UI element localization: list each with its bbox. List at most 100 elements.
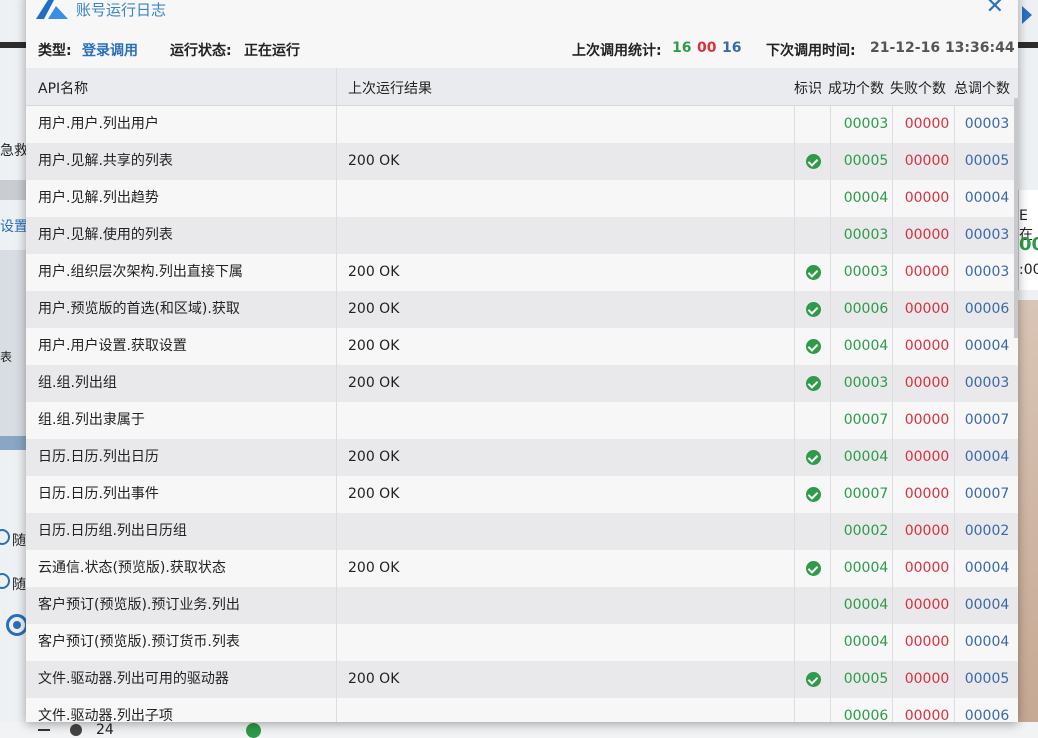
flag-cell <box>806 661 826 698</box>
total-count-cell: 00004 <box>964 449 1010 465</box>
table-row[interactable]: 客户预订(预览版).预订货币.列表 00004 00000 00004 <box>26 624 1018 661</box>
col-success-count[interactable]: 成功个数 <box>828 78 884 98</box>
api-name-cell: 云通信.状态(预览版).获取状态 <box>38 560 226 576</box>
type-label: 类型: <box>38 43 72 59</box>
api-name-cell: 日历.日历.列出事件 <box>38 486 159 502</box>
total-count-cell: 00005 <box>964 671 1010 687</box>
table-row[interactable]: 日历.日历.列出事件 200 OK 00007 00000 00007 <box>26 476 1018 513</box>
table-row[interactable]: 客户预订(预览版).预订业务.列出 00004 00000 00004 <box>26 587 1018 624</box>
flag-cell <box>806 106 826 143</box>
table-row[interactable]: 用户.见解.列出趋势 00004 00000 00004 <box>26 180 1018 217</box>
table-row[interactable]: 文件.驱动器.列出子项 00006 00000 00006 <box>26 698 1018 722</box>
account-log-dialog: 账号运行日志 ✕ 类型: 登录调用 运行状态: 正在运行 上次调用统计: 16 … <box>26 0 1018 722</box>
col-api-name[interactable]: API名称 <box>38 78 88 98</box>
table-row[interactable]: 日历.日历组.列出日历组 00002 00000 00002 <box>26 513 1018 550</box>
total-count-cell: 00003 <box>964 264 1010 280</box>
api-name-cell: 用户.用户设置.获取设置 <box>38 338 187 354</box>
last-stats-label: 上次调用统计: <box>572 43 662 59</box>
play-icon[interactable] <box>1022 6 1032 24</box>
bg-check-icon <box>246 723 261 738</box>
table-row[interactable]: 用户.预览版的首选(和区域).获取 200 OK 00006 00000 00006 <box>26 291 1018 328</box>
api-name-cell: 用户.见解.使用的列表 <box>38 227 173 243</box>
bg-radio-2[interactable] <box>0 573 10 589</box>
col-flag[interactable]: 标识 <box>794 78 822 98</box>
api-name-cell: 客户预订(预览版).预订货币.列表 <box>38 634 240 650</box>
bg-text-2[interactable]: 设置 <box>0 216 28 236</box>
check-circle-icon <box>806 672 821 687</box>
col-fail-count[interactable]: 失败个数 <box>890 78 946 98</box>
table-row[interactable]: 用户.用户设置.获取设置 200 OK 00004 00000 00004 <box>26 328 1018 365</box>
total-count-cell: 00003 <box>964 116 1010 132</box>
col-total-count[interactable]: 总调个数 <box>954 78 1010 98</box>
bg-right-text-2: 00 <box>1019 234 1038 255</box>
minus-icon[interactable] <box>38 729 50 731</box>
api-name-cell: 组.组.列出隶属于 <box>38 412 145 428</box>
table-row[interactable]: 云通信.状态(预览版).获取状态 200 OK 00004 00000 00004 <box>26 550 1018 587</box>
last-ok-count: 16 <box>672 40 692 56</box>
total-count-cell: 00004 <box>964 190 1010 206</box>
bg-text-3: 表 <box>0 350 13 364</box>
api-name-cell: 组.组.列出组 <box>38 375 117 391</box>
azure-logo-icon <box>36 0 68 19</box>
fail-count-cell: 00000 <box>904 227 950 243</box>
success-count-cell: 00006 <box>843 708 889 722</box>
flag-cell <box>806 439 826 476</box>
total-count-cell: 00007 <box>964 412 1010 428</box>
bg-radio-dot <box>13 621 21 629</box>
api-name-cell: 文件.驱动器.列出子项 <box>38 708 173 722</box>
flag-cell <box>806 698 826 722</box>
bg-right-bar <box>1018 42 1038 48</box>
col-last-result[interactable]: 上次运行结果 <box>348 78 432 98</box>
flag-cell <box>806 365 826 402</box>
total-count-cell: 00006 <box>964 708 1010 722</box>
fail-count-cell: 00000 <box>904 338 950 354</box>
table-row[interactable]: 文件.驱动器.列出可用的驱动器 200 OK 00005 00000 00005 <box>26 661 1018 698</box>
api-name-cell: 文件.驱动器.列出可用的驱动器 <box>38 671 229 687</box>
success-count-cell: 00004 <box>843 338 889 354</box>
fail-count-cell: 00000 <box>904 634 950 650</box>
bg-radio-1[interactable] <box>0 529 10 545</box>
bg-radio-label-2: 随 <box>12 577 26 593</box>
scrollbar-thumb[interactable] <box>1014 98 1018 338</box>
bg-band-2 <box>0 436 26 450</box>
api-log-table: API名称 上次运行结果 标识 成功个数 失败个数 总调个数 用户.用户.列出用… <box>26 68 1018 722</box>
type-value: 登录调用 <box>82 43 138 59</box>
total-count-cell: 00002 <box>964 523 1010 539</box>
last-result-cell: 200 OK <box>348 338 400 354</box>
flag-cell <box>806 217 826 254</box>
table-row[interactable]: 用户.组织层次架构.列出直接下属 200 OK 00003 00000 00003 <box>26 254 1018 291</box>
flag-cell <box>806 624 826 661</box>
close-icon[interactable]: ✕ <box>986 0 1004 18</box>
flag-cell <box>806 254 826 291</box>
dialog-titlebar[interactable]: 账号运行日志 ✕ <box>26 0 1018 22</box>
last-result-cell: 200 OK <box>348 486 400 502</box>
bg-right-top <box>1018 0 1038 40</box>
success-count-cell: 00004 <box>843 560 889 576</box>
table-row[interactable]: 组.组.列出组 200 OK 00003 00000 00003 <box>26 365 1018 402</box>
check-circle-icon <box>806 302 821 317</box>
table-body: 用户.用户.列出用户 00003 00000 00003 用户.见解.共享的列表 200 … <box>26 106 1018 722</box>
dialog-title: 账号运行日志 <box>76 1 167 19</box>
last-result-cell: 200 OK <box>348 153 400 169</box>
bg-radio-selected[interactable] <box>6 614 28 636</box>
api-name-cell: 用户.预览版的首选(和区域).获取 <box>38 301 240 317</box>
api-name-cell: 用户.组织层次架构.列出直接下属 <box>38 264 243 280</box>
status-value: 正在运行 <box>244 43 300 59</box>
success-count-cell: 00002 <box>843 523 889 539</box>
last-result-cell: 200 OK <box>348 671 400 687</box>
fail-count-cell: 00000 <box>904 375 950 391</box>
total-count-cell: 00005 <box>964 153 1010 169</box>
table-row[interactable]: 日历.日历.列出日历 200 OK 00004 00000 00004 <box>26 439 1018 476</box>
last-total-count: 16 <box>722 40 742 56</box>
fail-count-cell: 00000 <box>904 301 950 317</box>
table-row[interactable]: 组.组.列出隶属于 00007 00000 00007 <box>26 402 1018 439</box>
table-row[interactable]: 用户.见解.使用的列表 00003 00000 00003 <box>26 217 1018 254</box>
table-row[interactable]: 用户.用户.列出用户 00003 00000 00003 <box>26 106 1018 143</box>
table-row[interactable]: 用户.见解.共享的列表 200 OK 00005 00000 00005 <box>26 143 1018 180</box>
last-result-cell: 200 OK <box>348 375 400 391</box>
success-count-cell: 00007 <box>843 412 889 428</box>
flag-cell <box>806 143 826 180</box>
fail-count-cell: 00000 <box>904 449 950 465</box>
flag-cell <box>806 402 826 439</box>
check-circle-icon <box>806 154 821 169</box>
